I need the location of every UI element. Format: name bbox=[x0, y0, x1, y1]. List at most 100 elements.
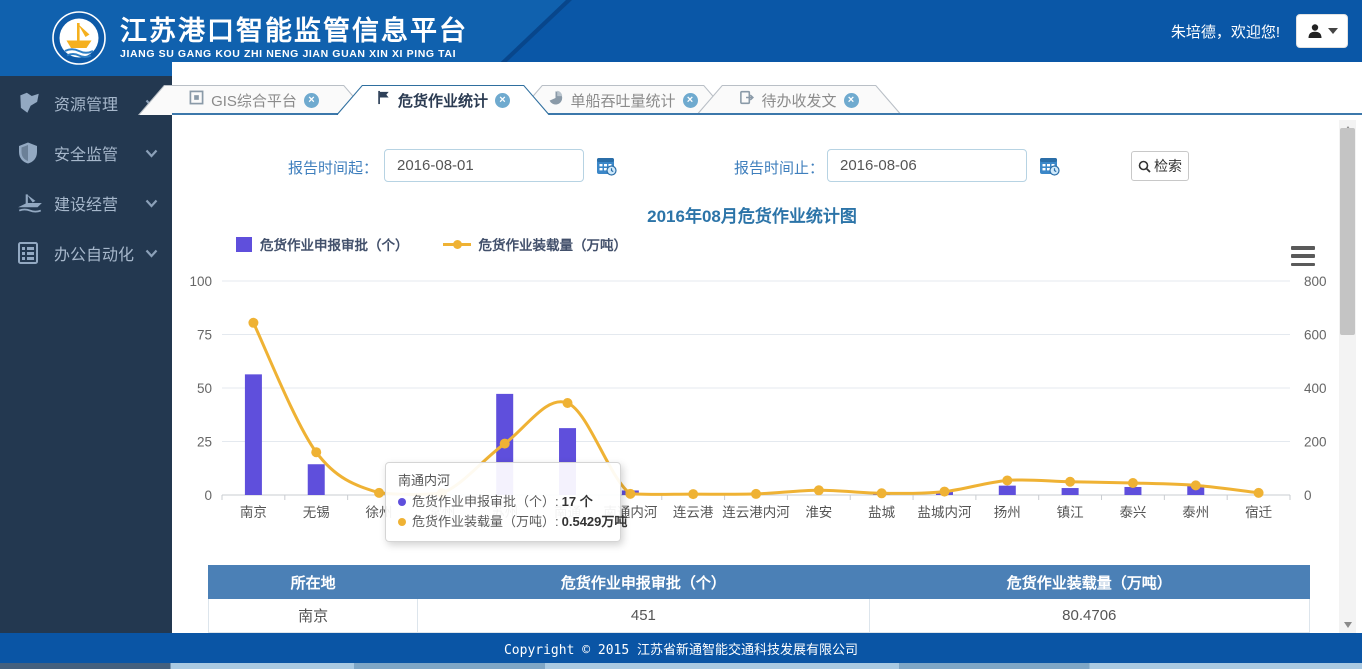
line-point-徐州[interactable] bbox=[374, 488, 384, 498]
bar-泰兴[interactable] bbox=[1124, 487, 1141, 495]
gis-icon bbox=[189, 90, 204, 110]
x-axis-label: 盐城内河 bbox=[917, 505, 971, 520]
app-title: 江苏港口智能监管信息平台 bbox=[120, 16, 468, 46]
legend-item[interactable]: 危货作业装载量（万吨） bbox=[443, 234, 628, 254]
sidebar-item-label: 办公自动化 bbox=[54, 241, 145, 265]
table-cell: 南京 bbox=[209, 599, 418, 633]
right-axis-tick: 200 bbox=[1304, 435, 1327, 450]
table-header-row: 所在地危货作业申报审批（个）危货作业装载量（万吨） bbox=[209, 566, 1310, 599]
line-point-无锡[interactable] bbox=[311, 447, 321, 457]
legend-item[interactable]: 危货作业申报审批（个） bbox=[236, 234, 409, 254]
tooltip-label: 危货作业申报审批（个）: bbox=[412, 492, 559, 512]
sidebar-item-label: 安全监管 bbox=[54, 141, 145, 165]
table-header-cell: 危货作业装载量（万吨） bbox=[869, 566, 1309, 599]
right-axis-tick: 800 bbox=[1304, 274, 1327, 289]
chart-tooltip: 南通内河 危货作业申报审批（个）:17 个危货作业装载量（万吨）:0.5429万… bbox=[385, 462, 621, 542]
sidebar: 资源管理安全监管建设经营办公自动化 bbox=[0, 76, 172, 633]
right-axis-tick: 400 bbox=[1304, 381, 1327, 396]
tab-close-icon[interactable]: × bbox=[495, 93, 510, 108]
x-axis-label: 盐城 bbox=[868, 505, 895, 520]
scrollbar[interactable] bbox=[1339, 120, 1356, 633]
left-axis-tick: 25 bbox=[197, 435, 212, 450]
stats-table: 所在地危货作业申报审批（个）危货作业装载量（万吨） 南京45180.4706 bbox=[208, 565, 1310, 633]
line-point-镇江[interactable] bbox=[1065, 477, 1075, 487]
tooltip-label: 危货作业装载量（万吨）: bbox=[412, 512, 559, 532]
tab-dangerous-cargo-stats[interactable]: 危货作业统计 × bbox=[336, 85, 550, 115]
user-menu-button[interactable] bbox=[1296, 14, 1348, 48]
end-date-picker[interactable] bbox=[827, 149, 1027, 182]
x-axis-label: 无锡 bbox=[303, 505, 330, 520]
start-date-picker[interactable] bbox=[384, 149, 584, 182]
bar-扬州[interactable] bbox=[999, 486, 1016, 495]
line-point-连云港内河[interactable] bbox=[751, 489, 761, 499]
line-point-南京[interactable] bbox=[248, 318, 258, 328]
table-cell: 80.4706 bbox=[869, 599, 1309, 633]
x-axis-label: 镇江 bbox=[1057, 505, 1084, 520]
bar-南京[interactable] bbox=[245, 374, 262, 495]
tab-gis-platform[interactable]: GIS综合平台 × bbox=[138, 85, 370, 115]
chevron-down-icon bbox=[145, 249, 158, 258]
legend-label: 危货作业装载量（万吨） bbox=[479, 234, 628, 254]
line-point-连云港[interactable] bbox=[688, 489, 698, 499]
taskbar-strip bbox=[0, 663, 1362, 669]
tooltip-row: 危货作业装载量（万吨）:0.5429万吨 bbox=[398, 512, 608, 532]
x-axis-label: 南京 bbox=[240, 505, 267, 520]
chevron-down-icon bbox=[145, 199, 158, 208]
x-axis-label: 扬州 bbox=[994, 505, 1021, 520]
tab-close-icon[interactable]: × bbox=[844, 93, 859, 108]
line-point-泰兴[interactable] bbox=[1128, 478, 1138, 488]
scroll-down-arrow[interactable] bbox=[1339, 616, 1356, 633]
doc-icon bbox=[739, 90, 754, 110]
scrollbar-thumb[interactable] bbox=[1340, 128, 1355, 335]
report-filter-row: 报告时间起： 报告时间止： bbox=[172, 149, 1362, 183]
table-header-cell: 所在地 bbox=[209, 566, 418, 599]
tab-close-icon[interactable]: × bbox=[304, 93, 319, 108]
tooltip-series-dot bbox=[398, 498, 406, 506]
search-button-label: 检索 bbox=[1154, 156, 1182, 176]
x-axis-label: 宿迁 bbox=[1245, 504, 1273, 520]
tab-pending-documents[interactable]: 待办收发文 × bbox=[696, 85, 902, 115]
copyright-text: Copyright © 2015 江苏省新通智能交通科技发展有限公司 bbox=[504, 639, 858, 658]
map-icon bbox=[16, 89, 46, 117]
sidebar-item-resources[interactable]: 资源管理 bbox=[0, 78, 172, 128]
legend-bar-swatch bbox=[236, 237, 252, 252]
tab-label: 待办收发文 bbox=[761, 90, 836, 111]
sidebar-item-construction[interactable]: 建设经营 bbox=[0, 178, 172, 228]
sidebar-item-label: 资源管理 bbox=[54, 91, 145, 115]
line-point-南通内河[interactable] bbox=[625, 489, 635, 499]
tab-label: 危货作业统计 bbox=[398, 90, 488, 111]
sidebar-item-safety[interactable]: 安全监管 bbox=[0, 128, 172, 178]
chart-menu-icon[interactable] bbox=[1291, 246, 1315, 266]
search-button[interactable]: 检索 bbox=[1131, 151, 1189, 181]
tooltip-series-dot bbox=[398, 518, 406, 526]
left-axis-tick: 50 bbox=[197, 381, 212, 396]
chart-title: 2016年08月危货作业统计图 bbox=[172, 202, 1332, 227]
line-point-盐城内河[interactable] bbox=[939, 487, 949, 497]
left-axis-tick: 100 bbox=[189, 274, 212, 289]
line-point-宿迁[interactable] bbox=[1254, 488, 1264, 498]
line-point-南通[interactable] bbox=[563, 398, 573, 408]
line-point-盐城[interactable] bbox=[877, 488, 887, 498]
footer: Copyright © 2015 江苏省新通智能交通科技发展有限公司 bbox=[0, 633, 1362, 663]
tab-close-icon[interactable]: × bbox=[683, 93, 698, 108]
end-date-input[interactable] bbox=[828, 157, 1039, 174]
right-axis-tick: 0 bbox=[1304, 488, 1312, 503]
user-icon bbox=[1307, 23, 1323, 39]
calendar-icon[interactable] bbox=[596, 156, 617, 176]
line-point-泰州[interactable] bbox=[1191, 480, 1201, 490]
tab-label: GIS综合平台 bbox=[211, 90, 297, 111]
bar-无锡[interactable] bbox=[308, 464, 325, 495]
tab-label: 单船吞吐量统计 bbox=[570, 90, 675, 111]
line-point-淮安[interactable] bbox=[814, 485, 824, 495]
line-point-苏州[interactable] bbox=[500, 439, 510, 449]
sidebar-item-label: 建设经营 bbox=[54, 191, 145, 215]
x-axis-label: 泰州 bbox=[1182, 505, 1209, 520]
crane-icon bbox=[16, 189, 46, 217]
tab-ship-throughput-stats[interactable]: 单船吞吐量统计 × bbox=[516, 85, 730, 115]
start-date-input[interactable] bbox=[385, 157, 596, 174]
tooltip-value: 17 个 bbox=[562, 492, 593, 512]
calendar-icon[interactable] bbox=[1039, 156, 1060, 176]
line-point-扬州[interactable] bbox=[1002, 475, 1012, 485]
bar-镇江[interactable] bbox=[1062, 488, 1079, 495]
sidebar-item-office-automation[interactable]: 办公自动化 bbox=[0, 228, 172, 278]
